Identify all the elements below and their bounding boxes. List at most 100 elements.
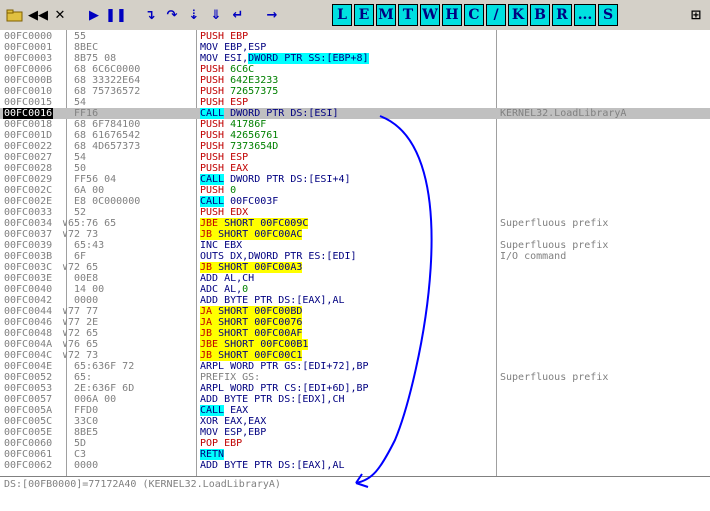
hex-dump-cell: 52 bbox=[68, 207, 87, 218]
address-cell: 00FC0003 bbox=[4, 53, 53, 64]
restart-icon[interactable]: ◀◀ bbox=[28, 4, 48, 26]
disasm-row[interactable]: 00FC0039 65:43 INC EBX Superfluous prefix bbox=[0, 240, 710, 251]
step-over-icon[interactable]: ↷ bbox=[162, 4, 182, 26]
window-button-more[interactable]: ... bbox=[574, 4, 596, 26]
disasm-row[interactable]: 00FC0046 ∨77 2E JA SHORT 00FC0076 bbox=[0, 317, 710, 328]
disasm-row[interactable]: 00FC0000 55 PUSH EBP bbox=[0, 31, 710, 42]
window-button-s[interactable]: S bbox=[598, 4, 618, 26]
disasm-row[interactable]: 00FC0016 FF16 CALL DWORD PTR DS:[ESI] KERN… bbox=[0, 108, 710, 119]
address-cell: 00FC0016 bbox=[3, 108, 54, 119]
disasm-row[interactable]: 00FC0048 ∨72 65 JB SHORT 00FC00AF bbox=[0, 328, 710, 339]
disasm-row[interactable]: 00FC004E 65:636F 72 ARPL WORD PTR GS:[EDI… bbox=[0, 361, 710, 372]
disassembly-cell: ARPL WORD PTR GS:[EDI+72],BP bbox=[200, 361, 369, 372]
disasm-row[interactable]: 00FC0057 006A 00 ADD BYTE PTR DS:[EDX],CH bbox=[0, 394, 710, 405]
disasm-row[interactable]: 00FC0044 ∨77 77 JA SHORT 00FC00BD bbox=[0, 306, 710, 317]
window-button-patches[interactable]: / bbox=[486, 4, 506, 26]
disasm-row[interactable]: 00FC004A ∨76 65 JBE SHORT 00FC00B1 bbox=[0, 339, 710, 350]
disasm-row[interactable]: 00FC003B 6F OUTS DX,DWORD PTR ES:[EDI] I/O… bbox=[0, 251, 710, 262]
disassembly-cell: PUSH 42656761 bbox=[200, 130, 279, 141]
hex-dump-cell: 54 bbox=[68, 97, 87, 108]
pause-icon[interactable]: ❚❚ bbox=[105, 4, 127, 26]
close-icon[interactable]: ✕ bbox=[50, 4, 70, 26]
disasm-row[interactable]: 00FC0053 2E:636F 6D ARPL WORD PTR CS:[EDI… bbox=[0, 383, 710, 394]
disasm-row[interactable]: 00FC0060 5D POP EBP bbox=[0, 438, 710, 449]
hex-dump-cell: ∨72 73 bbox=[62, 350, 99, 361]
disasm-row[interactable]: 00FC0003 8B75 08 MOV ESI,DWORD PTR SS:[EB… bbox=[0, 53, 710, 64]
disasm-row[interactable]: 00FC003E 00E8 ADD AL,CH bbox=[0, 273, 710, 284]
disasm-row[interactable]: 00FC0015 54 PUSH ESP bbox=[0, 97, 710, 108]
disasm-row[interactable]: 00FC003C ∨72 65 JB SHORT 00FC00A3 bbox=[0, 262, 710, 273]
address-cell: 00FC0062 bbox=[4, 460, 53, 471]
disasm-row[interactable]: 00FC001D 68 61676542 PUSH 42656761 bbox=[0, 130, 710, 141]
disasm-row[interactable]: 00FC0001 8BEC MOV EBP,ESP bbox=[0, 42, 710, 53]
disasm-row[interactable]: 00FC0010 68 75736572 PUSH 72657375 bbox=[0, 86, 710, 97]
disasm-row[interactable]: 00FC0037 ∨72 73 JB SHORT 00FC00AC bbox=[0, 229, 710, 240]
disasm-row[interactable]: 00FC0062 0000 ADD BYTE PTR DS:[EAX],AL bbox=[0, 460, 710, 471]
go-to-address-icon[interactable]: → bbox=[262, 4, 282, 26]
trace-into-icon[interactable]: ⇣ bbox=[184, 4, 204, 26]
window-button-k[interactable]: K bbox=[508, 4, 528, 26]
disasm-row[interactable]: 00FC0022 68 4D657373 PUSH 7373654D bbox=[0, 141, 710, 152]
disasm-row[interactable]: 00FC0040 14 00 ADC AL,0 bbox=[0, 284, 710, 295]
hex-dump-cell: 6A 00 bbox=[68, 185, 105, 196]
hex-dump-cell: 55 bbox=[68, 31, 87, 42]
disassembly-cell: PUSH EAX bbox=[200, 163, 249, 174]
disasm-row[interactable]: 00FC0052 65: PREFIX GS: Superfluous prefix bbox=[0, 372, 710, 383]
disasm-row[interactable]: 00FC0006 68 6C6C0000 PUSH 6C6C bbox=[0, 64, 710, 75]
comment-cell: Superfluous prefix bbox=[500, 218, 609, 229]
disassembly-cell: PUSH ESP bbox=[200, 152, 249, 163]
disasm-row[interactable]: 00FC0042 0000 ADD BYTE PTR DS:[EAX],AL bbox=[0, 295, 710, 306]
hex-dump-cell: 5D bbox=[68, 438, 87, 449]
disassembly-cell: PUSH 41786F bbox=[200, 119, 267, 130]
window-button-h[interactable]: H bbox=[442, 4, 462, 26]
address-cell: 00FC0048 bbox=[4, 328, 53, 339]
disasm-row[interactable]: 00FC0018 68 6F784100 PUSH 41786F bbox=[0, 119, 710, 130]
disasm-row[interactable]: 00FC0029 FF56 04 CALL DWORD PTR DS:[ESI+4… bbox=[0, 174, 710, 185]
disassembly-cell: CALL EAX bbox=[200, 405, 249, 416]
window-button-b[interactable]: B bbox=[530, 4, 550, 26]
disasm-row[interactable]: 00FC0027 54 PUSH ESP bbox=[0, 152, 710, 163]
disasm-row[interactable]: 00FC0028 50 PUSH EAX bbox=[0, 163, 710, 174]
hex-dump-cell: ∨72 65 bbox=[62, 262, 99, 273]
disasm-row[interactable]: 00FC002C 6A 00 PUSH 0 bbox=[0, 185, 710, 196]
window-button-r[interactable]: R bbox=[552, 4, 572, 26]
disasm-row[interactable]: 00FC005C 33C0 XOR EAX,EAX bbox=[0, 416, 710, 427]
window-button-l[interactable]: L bbox=[332, 4, 352, 26]
address-cell: 00FC005E bbox=[4, 427, 53, 438]
hex-dump-cell: 0000 bbox=[68, 460, 99, 471]
disasm-row[interactable]: 00FC005E 8BE5 MOV ESP,EBP bbox=[0, 427, 710, 438]
address-cell: 00FC0000 bbox=[4, 31, 53, 42]
window-button-m[interactable]: M bbox=[376, 4, 396, 26]
address-cell: 00FC0052 bbox=[4, 372, 53, 383]
address-cell: 00FC005C bbox=[4, 416, 53, 427]
address-cell: 00FC0001 bbox=[4, 42, 53, 53]
execute-till-return-icon[interactable]: ↵ bbox=[228, 4, 248, 26]
hex-dump-cell: 14 00 bbox=[68, 284, 105, 295]
address-cell: 00FC0028 bbox=[4, 163, 53, 174]
disasm-row[interactable]: 00FC005A FFD0 CALL EAX bbox=[0, 405, 710, 416]
disasm-row[interactable]: 00FC0034 ∨65:76 65 JBE SHORT 00FC009C Super… bbox=[0, 218, 710, 229]
disassembly-cell: PUSH 0 bbox=[200, 185, 237, 196]
hex-dump-cell: 50 bbox=[68, 163, 87, 174]
disassembly-cell: CALL DWORD PTR DS:[ESI] bbox=[200, 108, 339, 119]
run-icon[interactable]: ▶ bbox=[84, 4, 104, 26]
window-button-w[interactable]: W bbox=[420, 4, 440, 26]
disasm-row[interactable]: 00FC0061 C3 RETN bbox=[0, 449, 710, 460]
open-folder-icon[interactable] bbox=[4, 4, 26, 26]
disasm-row[interactable]: 00FC002E E8 0C000000 CALL 00FC003F bbox=[0, 196, 710, 207]
disasm-row[interactable]: 00FC0033 52 PUSH EDX bbox=[0, 207, 710, 218]
window-button-c[interactable]: C bbox=[464, 4, 484, 26]
disassembly-pane[interactable]: 00FC0000 55 PUSH EBP 00FC0001 8BEC MOV EBP,… bbox=[0, 30, 710, 476]
grid-icon[interactable]: ⊞ bbox=[686, 4, 706, 26]
disassembly-cell: ADD AL,CH bbox=[200, 273, 255, 284]
window-button-e[interactable]: E bbox=[354, 4, 374, 26]
trace-over-icon[interactable]: ⇓ bbox=[206, 4, 226, 26]
disasm-row[interactable]: 00FC000B 68 33322E64 PUSH 642E3233 bbox=[0, 75, 710, 86]
disassembly-cell: ADD BYTE PTR DS:[EAX],AL bbox=[200, 460, 345, 471]
address-cell: 00FC0033 bbox=[4, 207, 53, 218]
disasm-row[interactable]: 00FC004C ∨72 73 JB SHORT 00FC00C1 bbox=[0, 350, 710, 361]
window-button-t[interactable]: T bbox=[398, 4, 418, 26]
disassembly-cell: INC EBX bbox=[200, 240, 243, 251]
step-into-icon[interactable]: ↴ bbox=[140, 4, 160, 26]
address-cell: 00FC003B bbox=[4, 251, 53, 262]
